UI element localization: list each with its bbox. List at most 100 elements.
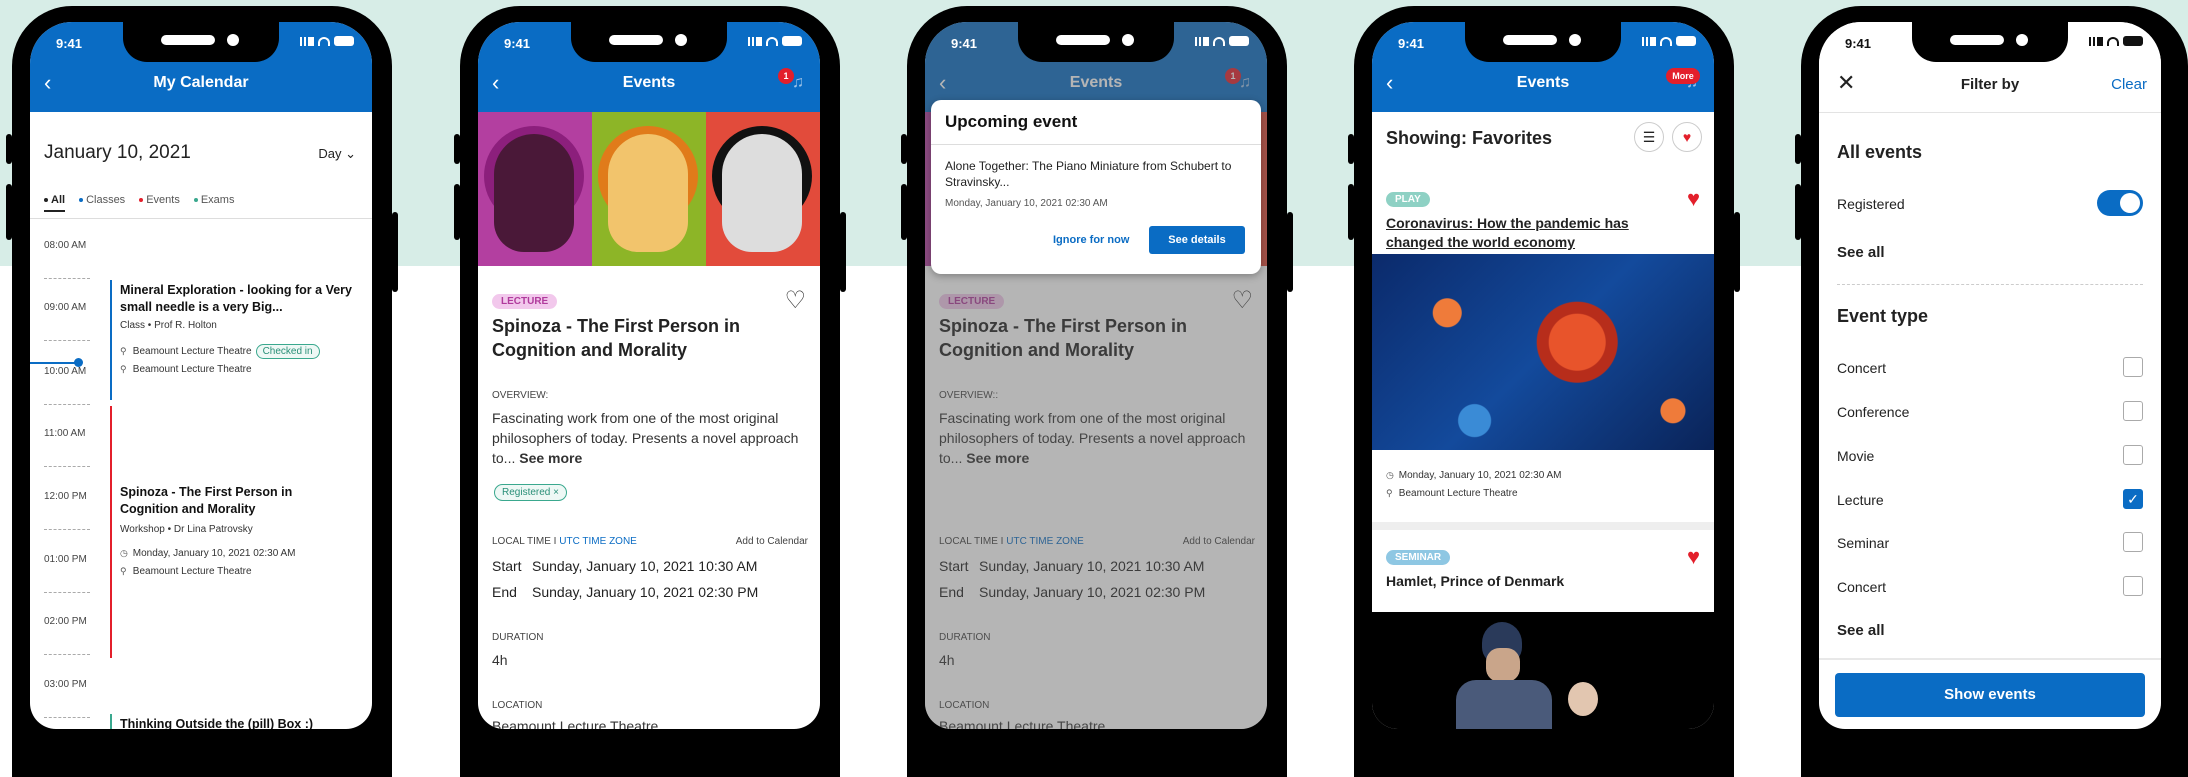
filter-sliders-icon[interactable]: ☰: [1634, 122, 1664, 152]
event-type-label: Concert: [1837, 579, 1887, 595]
end-time: Sunday, January 10, 2021 02:30 PM: [532, 584, 759, 600]
tab-exams[interactable]: Exams: [193, 194, 235, 212]
event-type-row[interactable]: Concert: [1837, 357, 2143, 377]
event-type-row[interactable]: Lecture ✓: [1837, 489, 2143, 509]
clock-icon: ◷: [1386, 470, 1394, 480]
event-type-row[interactable]: Movie: [1837, 445, 2143, 465]
favorite-heart-icon[interactable]: ♥: [1687, 544, 1700, 570]
event-bar-event: [110, 406, 112, 658]
event-location: Beamount Lecture Theatre: [132, 566, 252, 577]
event-date: Monday, January 10, 2021 02:30 AM: [132, 548, 296, 559]
notch: [1018, 22, 1174, 62]
wifi-icon: [318, 36, 330, 46]
calendar-screen: ‹ My Calendar 9:41 January 10, 2021 Day …: [30, 22, 372, 729]
see-details-button[interactable]: See details: [1149, 226, 1245, 254]
local-time-label: LOCAL TIME I: [492, 536, 557, 547]
registered-label: Registered: [1837, 196, 1905, 212]
notification-badge: 1: [778, 68, 794, 84]
event-bar-class: [110, 280, 112, 400]
status-time: 9:41: [951, 36, 978, 51]
location-value: Beamount Lecture Theatre: [492, 718, 659, 729]
show-events-button[interactable]: Show events: [1835, 673, 2145, 717]
favorite-heart-icon[interactable]: ♡: [784, 286, 806, 315]
location-pin-icon: ⚲: [120, 566, 127, 576]
event-type-label: Concert: [1837, 360, 1887, 376]
card-title[interactable]: Coronavirus: How the pandemic has change…: [1386, 214, 1666, 252]
tab-label: All: [51, 194, 66, 206]
tab-classes[interactable]: Classes: [79, 194, 125, 212]
see-more-link[interactable]: See more: [519, 450, 582, 466]
tab-label: Exams: [200, 194, 235, 206]
card-title[interactable]: Hamlet, Prince of Denmark: [1386, 572, 1666, 591]
utc-time-zone-link[interactable]: UTC TIME ZONE: [559, 536, 637, 547]
wifi-icon: [2107, 36, 2119, 46]
checkbox[interactable]: [2123, 576, 2143, 596]
checkbox[interactable]: [2123, 445, 2143, 465]
ignore-button[interactable]: Ignore for now: [1053, 234, 1129, 246]
end-label: End: [492, 584, 517, 600]
hour-label: 12:00 PM: [44, 491, 87, 502]
hour-divider: [44, 717, 90, 718]
event-location: Beamount Lecture Theatre: [132, 364, 252, 375]
notch: [1912, 22, 2068, 62]
battery-icon: [2123, 36, 2143, 46]
favorite-heart-icon[interactable]: ♥: [1687, 186, 1700, 212]
wifi-icon: [766, 36, 778, 46]
status-time: 9:41: [504, 36, 531, 51]
calendar-tabs: All Classes Events Exams: [44, 194, 234, 212]
tab-all[interactable]: All: [44, 194, 66, 212]
coronavirus-image: [1372, 254, 1714, 450]
portrait-panel: [592, 112, 706, 266]
card-divider: [1372, 522, 1714, 530]
close-icon[interactable]: ×: [553, 487, 559, 498]
section-divider: [1837, 284, 2143, 285]
category-badge: SEMINAR: [1386, 550, 1451, 565]
duration-label: DURATION: [492, 632, 544, 643]
clear-button[interactable]: Clear: [2111, 76, 2147, 93]
see-all-link[interactable]: See all: [1837, 244, 1885, 261]
location-pin-icon: ⚲: [1386, 488, 1393, 498]
event-subtitle: Class • Prof R. Holton: [120, 320, 217, 331]
favorites-heart-icon[interactable]: ♥: [1672, 122, 1702, 152]
signal-icon: [1642, 36, 1656, 46]
view-selector[interactable]: Day ⌄: [318, 146, 356, 162]
signal-icon: [748, 36, 762, 46]
page-title: Events: [622, 74, 676, 91]
popup-heading: Upcoming event: [945, 112, 1078, 131]
notch: [123, 22, 279, 62]
wifi-icon: [1213, 36, 1225, 46]
footer-divider: [1819, 658, 2161, 660]
registered-row: Registered: [1837, 190, 2143, 216]
checkbox[interactable]: [2123, 532, 2143, 552]
tab-events[interactable]: Events: [139, 194, 180, 212]
header-divider: [1819, 112, 2161, 113]
hour-divider: [44, 654, 90, 655]
hour-label: 08:00 AM: [44, 240, 87, 251]
hamlet-image: [1372, 612, 1714, 729]
signal-icon: [1195, 36, 1209, 46]
checkbox[interactable]: [2123, 357, 2143, 377]
event-type-label: Conference: [1837, 404, 1910, 420]
registered-toggle[interactable]: [2097, 190, 2143, 216]
portrait-panel: [478, 112, 592, 266]
favorites-screen: ‹ Events ♫ More 9:41 Showing: Favorites …: [1372, 22, 1714, 729]
category-badge: PLAY: [1386, 192, 1430, 207]
more-badge[interactable]: More: [1666, 68, 1700, 84]
event-title: Spinoza - The First Person in Cognition …: [120, 485, 293, 516]
event-title[interactable]: Thinking Outside the (pill) Box :): [120, 716, 360, 729]
checkbox-checked[interactable]: ✓: [2123, 489, 2143, 509]
current-time-dot: [74, 358, 83, 367]
event-type-row[interactable]: Conference: [1837, 401, 2143, 421]
event-type-row[interactable]: Concert: [1837, 576, 2143, 596]
event-subtitle: Workshop • Dr Lina Patrovsky: [120, 524, 253, 535]
event-type-row[interactable]: Seminar: [1837, 532, 2143, 552]
notch: [1465, 22, 1621, 62]
checkbox[interactable]: [2123, 401, 2143, 421]
registered-chip[interactable]: Registered ×: [494, 484, 567, 501]
add-to-calendar-link[interactable]: Add to Calendar: [736, 536, 808, 547]
tab-divider: [30, 218, 372, 219]
see-all-link[interactable]: See all: [1837, 622, 1885, 639]
event-type-heading: Event type: [1837, 306, 1929, 326]
overview-label: OVERVIEW:: [492, 390, 549, 401]
popup-event-title: Alone Together: The Piano Miniature from…: [945, 159, 1232, 189]
